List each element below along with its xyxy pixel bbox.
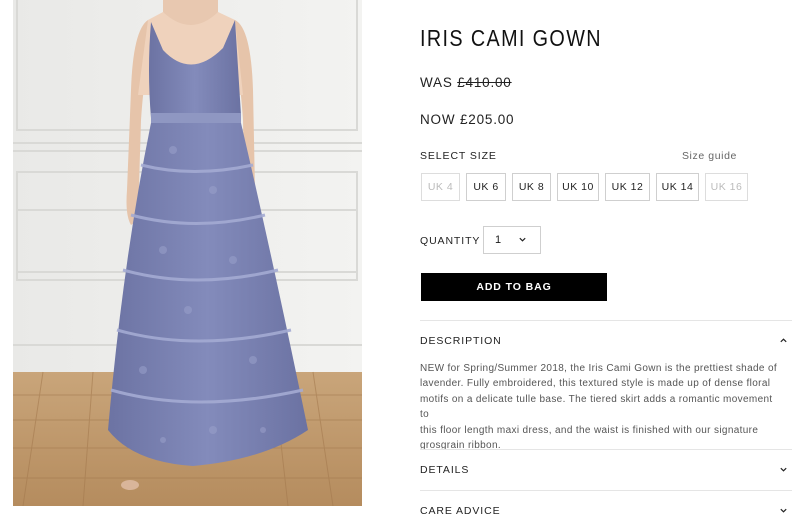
was-label: WAS [420, 75, 453, 90]
divider [420, 490, 792, 491]
size-option-uk8[interactable]: UK 8 [512, 173, 551, 201]
size-option-uk14[interactable]: UK 14 [656, 173, 699, 201]
description-line: this floor length maxi dress, and the wa… [420, 424, 759, 436]
chevron-down-icon [519, 237, 526, 242]
care-advice-title: CARE ADVICE [420, 505, 501, 517]
description-line: NEW for Spring/Summer 2018, the Iris Cam… [420, 363, 778, 374]
quantity-select[interactable]: 1 [483, 226, 541, 254]
chevron-up-icon [780, 338, 787, 343]
size-option-uk6[interactable]: UK 6 [466, 173, 506, 201]
quantity-value: 1 [495, 234, 502, 246]
product-title: IRIS CAMI GOWN [420, 25, 602, 51]
chevron-down-icon [780, 467, 787, 472]
was-price: £410.00 [457, 75, 512, 90]
size-option-uk12[interactable]: UK 12 [605, 173, 650, 201]
description-title: DESCRIPTION [420, 335, 502, 347]
product-image [13, 0, 362, 506]
now-price-row: NOW £205.00 [420, 112, 514, 127]
quantity-label: QUANTITY [420, 235, 481, 247]
description-line: motifs on a delicate tulle base. The tie… [420, 393, 773, 421]
size-options: UK 4 UK 6 UK 8 UK 10 UK 12 UK 14 UK 16 [421, 173, 748, 201]
description-text: NEW for Spring/Summer 2018, the Iris Cam… [420, 361, 780, 453]
product-info-panel: IRIS CAMI GOWN WAS £410.00 NOW £205.00 S… [420, 0, 793, 517]
now-label: NOW [420, 112, 456, 127]
care-advice-accordion-header[interactable]: CARE ADVICE [420, 505, 792, 517]
description-accordion-header[interactable]: DESCRIPTION [420, 335, 792, 347]
size-option-uk10[interactable]: UK 10 [557, 173, 599, 201]
size-option-uk16[interactable]: UK 16 [705, 173, 748, 201]
size-option-uk4[interactable]: UK 4 [421, 173, 460, 201]
details-title: DETAILS [420, 464, 470, 476]
now-price: £205.00 [459, 112, 515, 127]
details-accordion-header[interactable]: DETAILS [420, 464, 792, 476]
select-size-label: SELECT SIZE [420, 150, 497, 162]
divider [420, 449, 792, 450]
description-line: grosgrain ribbon. [420, 440, 501, 452]
divider [420, 320, 792, 321]
size-guide-link[interactable]: Size guide [682, 150, 737, 162]
add-to-bag-button[interactable]: ADD TO BAG [421, 273, 607, 301]
chevron-down-icon [780, 508, 787, 513]
was-price-row: WAS £410.00 [420, 75, 512, 90]
description-line: lavender. Fully embroidered, this textur… [420, 378, 771, 390]
